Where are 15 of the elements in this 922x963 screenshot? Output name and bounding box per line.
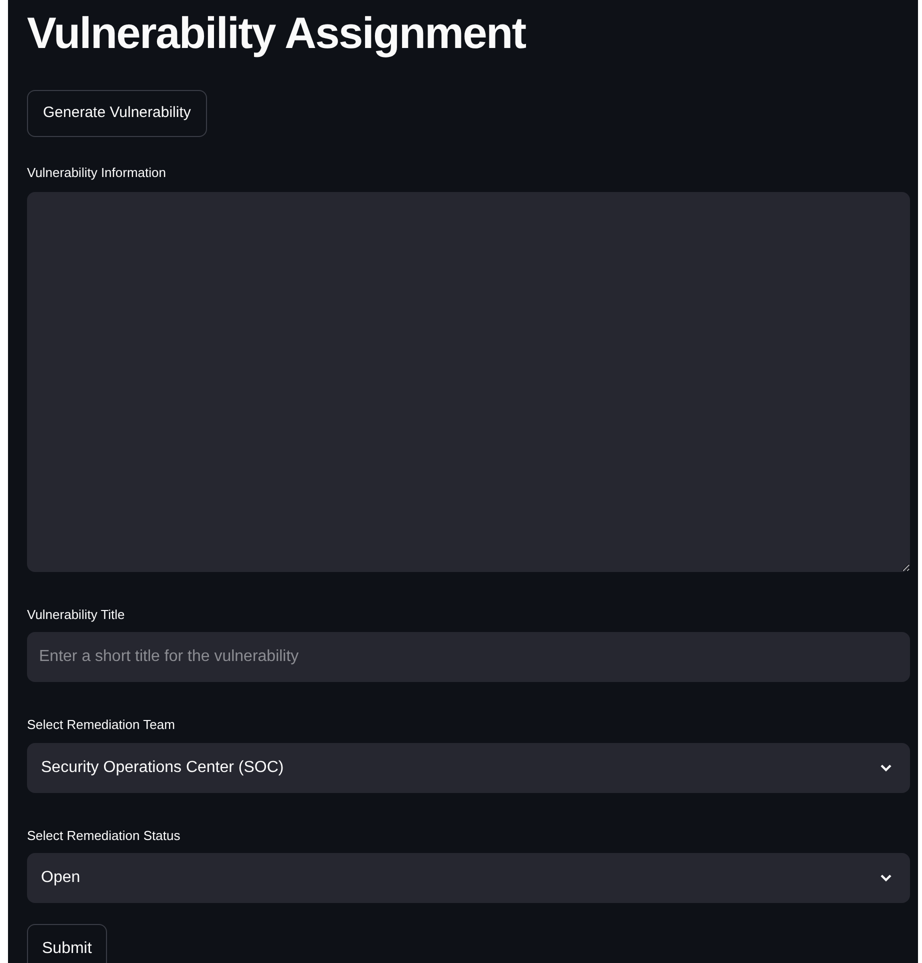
field-label: Select Remediation Status [27,826,182,844]
chevron-down-icon [880,764,892,772]
field-label: Vulnerability Information [27,164,167,182]
field-label: Select Remediation Team [27,716,176,734]
field-label: Vulnerability Title [27,606,126,624]
dropdown-value: Security Operations Center (SOC) [41,758,284,778]
page-title: Vulnerability Assignment [27,8,527,60]
generate-button[interactable]: Generate Vulnerability [27,90,207,137]
chevron-down-icon [880,874,892,882]
text-input[interactable]: Enter a short title for the vulnerability [27,632,910,682]
dropdown[interactable]: Open [27,853,910,903]
dropdown[interactable]: Security Operations Center (SOC) [27,742,910,792]
submit-button[interactable]: Submit [27,924,107,963]
text-area[interactable] [27,192,910,572]
dropdown-value: Open [41,868,80,888]
